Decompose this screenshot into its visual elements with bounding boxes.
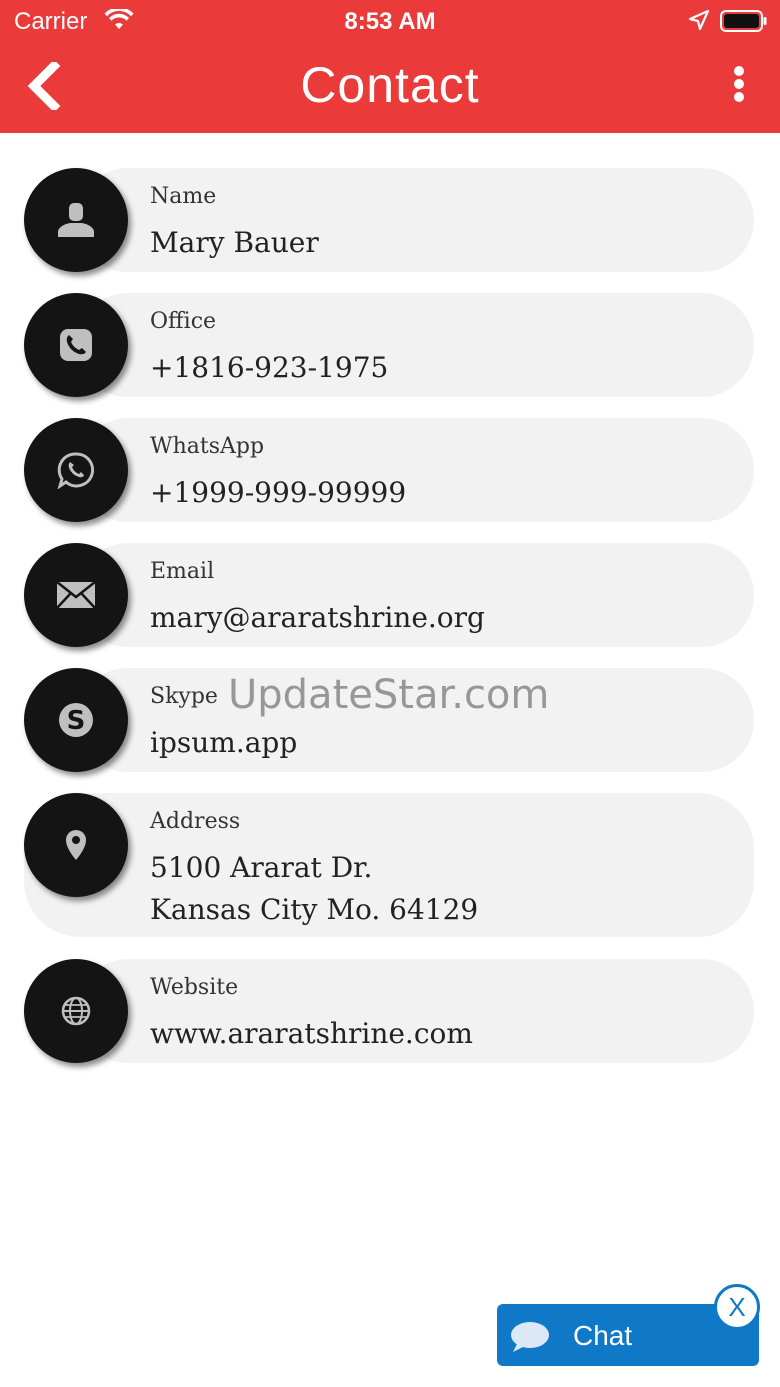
skype-icon-circle: S xyxy=(24,668,128,772)
whatsapp-icon-circle xyxy=(24,418,128,522)
battery-icon xyxy=(720,10,767,32)
contact-row-office[interactable]: Office +1816-923-1975 xyxy=(24,293,754,397)
svg-text:S: S xyxy=(67,706,86,736)
field-value: 5100 Ararat Dr. Kansas City Mo. 64129 xyxy=(150,847,478,931)
contact-row-address[interactable]: Address 5100 Ararat Dr. Kansas City Mo. … xyxy=(24,793,754,937)
field-value: Mary Bauer xyxy=(150,226,319,259)
contact-row-email[interactable]: Email mary@araratshrine.org xyxy=(24,543,754,647)
field-value: ipsum.app xyxy=(150,726,298,759)
globe-icon xyxy=(61,996,91,1026)
mail-icon-circle xyxy=(24,543,128,647)
watermark: UpdateStar.com xyxy=(228,672,550,718)
status-time: 8:53 AM xyxy=(344,8,436,35)
mail-icon xyxy=(56,581,96,609)
address-line-2: Kansas City Mo. 64129 xyxy=(150,893,479,926)
field-value: www.araratshrine.com xyxy=(150,1017,473,1050)
whatsapp-icon xyxy=(57,452,95,489)
field-label: Name xyxy=(150,184,217,209)
chat-close-button[interactable]: X xyxy=(714,1284,760,1330)
contact-row-name[interactable]: Name Mary Bauer xyxy=(24,168,754,272)
field-label: Skype xyxy=(150,684,218,709)
field-value: +1816-923-1975 xyxy=(150,351,389,384)
location-pin-icon-circle xyxy=(24,793,128,897)
location-arrow-icon xyxy=(688,9,710,31)
contact-row-whatsapp[interactable]: WhatsApp +1999-999-99999 xyxy=(24,418,754,522)
skype-icon: S xyxy=(59,703,93,737)
field-label: Email xyxy=(150,559,215,584)
address-line-1: 5100 Ararat Dr. xyxy=(150,851,373,884)
location-pin-icon xyxy=(66,830,86,860)
field-label: Address xyxy=(150,809,241,834)
person-icon xyxy=(58,203,94,237)
field-value: +1999-999-99999 xyxy=(150,476,407,509)
field-label: WhatsApp xyxy=(150,434,265,459)
page-title: Contact xyxy=(300,57,480,113)
field-value: mary@araratshrine.org xyxy=(150,601,485,634)
chat-bubble-icon xyxy=(511,1322,549,1352)
field-label: Website xyxy=(150,975,239,1000)
contact-row-website[interactable]: Website www.araratshrine.com xyxy=(24,959,754,1063)
field-label: Office xyxy=(150,309,217,334)
globe-icon-circle xyxy=(24,959,128,1063)
chat-label: Chat xyxy=(573,1320,633,1351)
status-bar: Carrier 8:53 AM xyxy=(0,0,780,44)
phone-icon xyxy=(60,329,92,361)
person-icon-circle xyxy=(24,168,128,272)
app-header: Carrier 8:53 AM Contact xyxy=(0,0,780,133)
more-options-icon[interactable] xyxy=(724,62,754,110)
phone-icon-circle xyxy=(24,293,128,397)
